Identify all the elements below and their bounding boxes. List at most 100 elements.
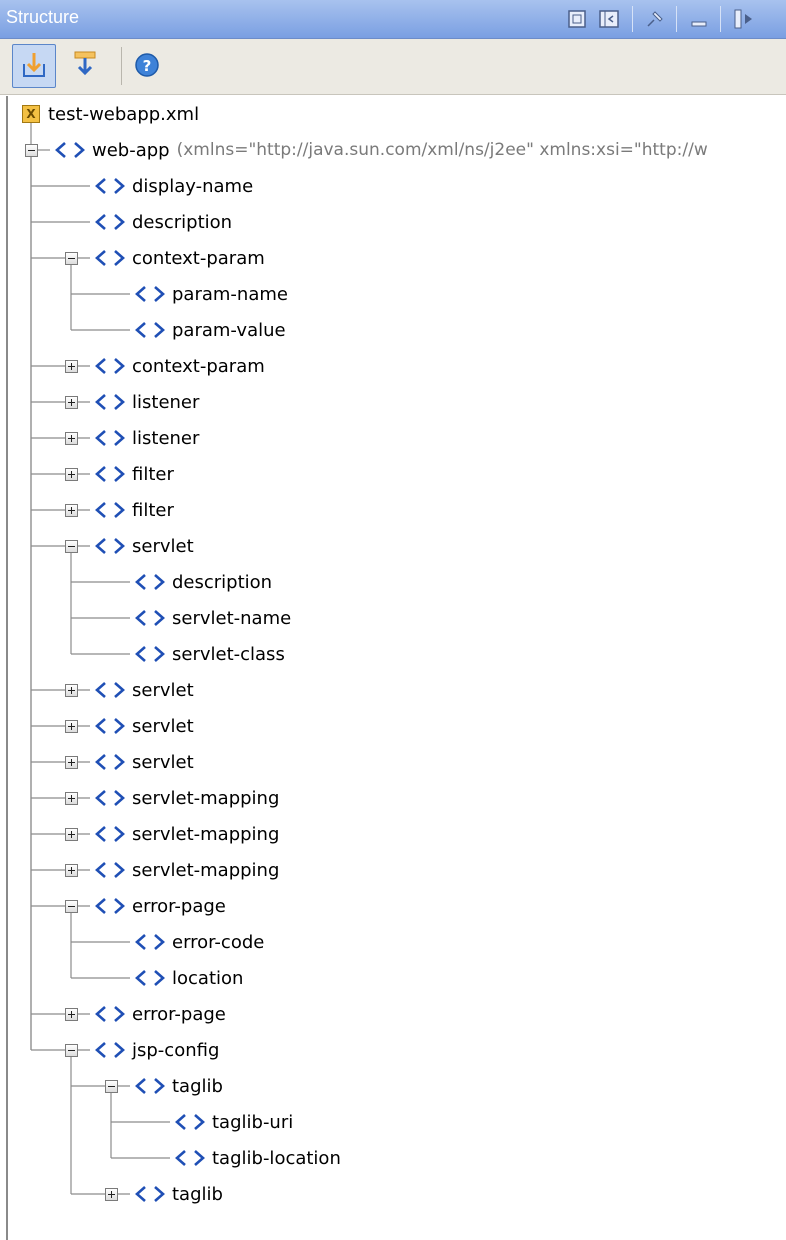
- tree-node-label: error-page: [132, 1003, 226, 1025]
- tree-node-label: filter: [132, 499, 174, 521]
- dock-window-icon: [599, 10, 619, 28]
- tree-node-error-page[interactable]: error-page: [94, 888, 226, 924]
- file-name-label: test-webapp.xml: [48, 103, 200, 125]
- tree-node-label: servlet-mapping: [132, 823, 280, 845]
- tree-node-listener[interactable]: listener: [94, 420, 199, 456]
- tree-node-param-name[interactable]: param-name: [134, 276, 288, 312]
- tree-node-taglib[interactable]: taglib: [134, 1176, 223, 1212]
- tree-node-error-page[interactable]: error-page: [94, 996, 226, 1032]
- expand-toggle-icon[interactable]: [64, 827, 78, 841]
- xml-tag-icon: [95, 682, 125, 698]
- xml-tag-icon: [95, 826, 125, 842]
- float-window-icon: [568, 10, 586, 28]
- tree-node-servlet-mapping[interactable]: servlet-mapping: [94, 780, 279, 816]
- tree-node-servlet-mapping[interactable]: servlet-mapping: [94, 816, 279, 852]
- structure-tree: X test-webapp.xml web-app (xmlns="http://…: [6, 96, 786, 1240]
- tree-node-taglib[interactable]: taglib: [134, 1068, 223, 1104]
- collapse-toggle-icon[interactable]: [24, 143, 38, 157]
- pin-icon: [647, 11, 663, 27]
- tree-node-taglib-uri[interactable]: taglib-uri: [174, 1104, 293, 1140]
- xml-tag-icon: [95, 250, 125, 266]
- tree-node-label: param-name: [172, 283, 288, 305]
- expand-toggle-icon[interactable]: [104, 1187, 118, 1201]
- tree-node-error-code[interactable]: error-code: [134, 924, 264, 960]
- tree-node-servlet[interactable]: servlet: [94, 528, 194, 564]
- tree-node-label: description: [172, 571, 273, 593]
- collapse-toggle-icon[interactable]: [104, 1079, 118, 1093]
- collapse-toggle-icon[interactable]: [64, 539, 78, 553]
- xml-tag-icon: [135, 322, 165, 338]
- expand-toggle-icon[interactable]: [64, 719, 78, 733]
- tree-node-servlet-name[interactable]: servlet-name: [134, 600, 291, 636]
- tree-node-label: filter: [132, 463, 174, 485]
- autoscroll-to-source-button[interactable]: [12, 44, 56, 88]
- expand-toggle-icon[interactable]: [64, 791, 78, 805]
- xml-tag-icon: [95, 1042, 125, 1058]
- tree-node-label: servlet: [132, 751, 194, 773]
- tree-node-label: display-name: [132, 175, 254, 197]
- collapse-toggle-icon[interactable]: [64, 899, 78, 913]
- tree-node-context-param[interactable]: context-param: [94, 348, 265, 384]
- xml-tag-icon: [55, 142, 85, 158]
- tree-node-display-name[interactable]: display-name: [94, 168, 253, 204]
- tree-node-label: error-code: [172, 931, 265, 953]
- tree-node-label: servlet-mapping: [132, 787, 280, 809]
- expand-toggle-icon[interactable]: [64, 863, 78, 877]
- expand-toggle-icon[interactable]: [64, 359, 78, 373]
- tree-node-description[interactable]: description: [94, 204, 232, 240]
- dock-window-button[interactable]: [596, 6, 622, 32]
- tree-node-label: listener: [132, 427, 200, 449]
- tree-node-label: jsp-config: [132, 1039, 220, 1061]
- expand-toggle-icon[interactable]: [64, 755, 78, 769]
- help-button[interactable]: ?: [126, 44, 170, 88]
- xml-tag-icon: [135, 610, 165, 626]
- minimize-button[interactable]: [686, 6, 712, 32]
- tree-node-label: taglib: [172, 1075, 223, 1097]
- tree-node-param-value[interactable]: param-value: [134, 312, 286, 348]
- collapse-toggle-icon[interactable]: [64, 251, 78, 265]
- title-bar-separator: [720, 6, 721, 32]
- tree-node-web-app[interactable]: web-app (xmlns="http://java.sun.com/xml/n…: [54, 132, 708, 168]
- xml-tag-icon: [95, 358, 125, 374]
- tree-node-listener[interactable]: listener: [94, 384, 199, 420]
- float-window-button[interactable]: [564, 6, 590, 32]
- xml-tag-icon: [95, 394, 125, 410]
- expand-toggle-icon[interactable]: [64, 467, 78, 481]
- tree-node-servlet-mapping[interactable]: servlet-mapping: [94, 852, 279, 888]
- pin-button[interactable]: [642, 6, 668, 32]
- tree-node-servlet[interactable]: servlet: [94, 708, 194, 744]
- tree-node-context-param[interactable]: context-param: [94, 240, 265, 276]
- tree-node-filter[interactable]: filter: [94, 492, 174, 528]
- xml-tag-icon: [135, 286, 165, 302]
- xml-tag-icon: [95, 862, 125, 878]
- tree-node-label: taglib-uri: [212, 1111, 294, 1133]
- tree-node-label: servlet: [132, 715, 194, 737]
- collapse-toggle-icon[interactable]: [64, 1043, 78, 1057]
- hide-window-button[interactable]: [730, 6, 756, 32]
- autoscroll-from-source-button[interactable]: [64, 44, 108, 88]
- tree-node-servlet[interactable]: servlet: [94, 672, 194, 708]
- expand-toggle-icon[interactable]: [64, 431, 78, 445]
- autoscroll-to-source-icon: [23, 53, 45, 77]
- expand-toggle-icon[interactable]: [64, 503, 78, 517]
- tree-node-taglib-location[interactable]: taglib-location: [174, 1140, 341, 1176]
- xml-tag-icon: [135, 574, 165, 590]
- tree-node-jsp-config[interactable]: jsp-config: [94, 1032, 219, 1068]
- tree-node-servlet-class[interactable]: servlet-class: [134, 636, 285, 672]
- xml-tag-icon: [135, 934, 165, 950]
- tree-node-servlet[interactable]: servlet: [94, 744, 194, 780]
- tree-node-location[interactable]: location: [134, 960, 243, 996]
- xml-tag-icon: [95, 214, 125, 230]
- tree-node-label: taglib-location: [212, 1147, 341, 1169]
- expand-toggle-icon[interactable]: [64, 1007, 78, 1021]
- tree-node-description[interactable]: description: [134, 564, 272, 600]
- expand-toggle-icon[interactable]: [64, 395, 78, 409]
- xml-tag-icon: [135, 1186, 165, 1202]
- tree-node-label: taglib: [172, 1183, 223, 1205]
- tree-root-file[interactable]: X test-webapp.xml: [22, 96, 199, 132]
- hide-window-icon: [734, 9, 752, 29]
- xml-file-icon: X: [22, 105, 40, 123]
- tree-node-filter[interactable]: filter: [94, 456, 174, 492]
- help-icon: ?: [135, 53, 159, 77]
- expand-toggle-icon[interactable]: [64, 683, 78, 697]
